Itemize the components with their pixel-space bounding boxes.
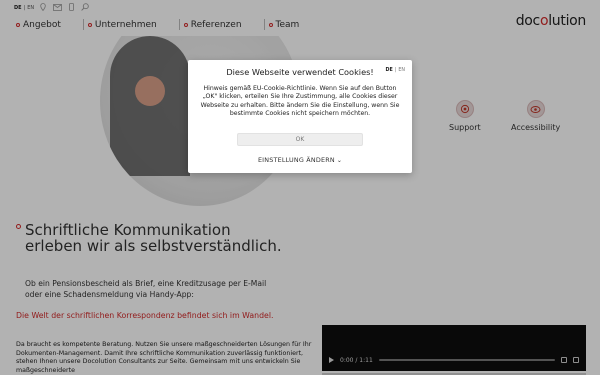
change-settings-button[interactable]: EINSTELLUNG ÄNDERN ⌄ xyxy=(188,156,412,164)
ok-button[interactable]: OK xyxy=(237,133,363,146)
cookie-consent-dialog: DE | EN Diese Webseite verwendet Cookies… xyxy=(188,60,412,173)
chevron-down-icon: ⌄ xyxy=(336,157,343,164)
dialog-title: Diese Webseite verwendet Cookies! xyxy=(226,67,374,77)
modal-backdrop xyxy=(0,0,600,375)
dialog-text: Hinweis gemäß EU-Cookie-Richtlinie. Wenn… xyxy=(200,85,400,117)
